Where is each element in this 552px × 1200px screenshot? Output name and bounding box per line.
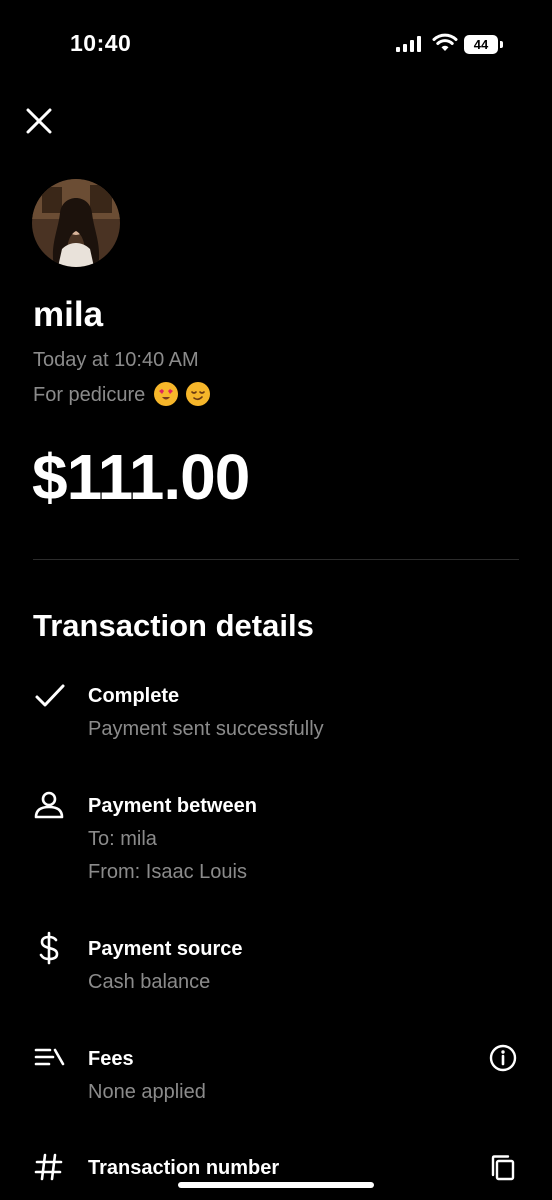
payment-source-value: Cash balance [88,971,211,993]
hashtag-icon [34,1153,63,1181]
payment-amount: $111.00 [32,441,250,513]
battery-indicator: 44 [464,35,504,54]
copy-icon[interactable] [488,1153,518,1183]
fees-list-icon [34,1048,65,1066]
payment-source-title: Payment source [88,938,243,960]
checkmark-icon [35,684,65,707]
info-icon[interactable] [488,1043,518,1073]
status-time: 10:40 [70,30,132,56]
status-subtitle: Payment sent successfully [88,718,324,740]
person-icon [34,791,64,819]
payment-from: From: Isaac Louis [88,861,247,883]
transaction-timestamp: Today at 10:40 AM [33,349,199,371]
payment-to: To: mila [88,828,157,850]
divider [33,559,519,560]
status-title: Complete [88,685,180,707]
close-icon[interactable] [24,106,54,136]
relieved-face-emoji-icon [186,382,211,406]
cellular-signal-icon [396,36,421,52]
wifi-icon [432,33,458,51]
transaction-number-title: Transaction number [88,1157,280,1179]
avatar [32,179,120,267]
home-indicator[interactable] [178,1182,374,1188]
battery-level: 44 [473,37,489,52]
dollar-icon [39,931,59,965]
payment-note: For pedicure [33,382,211,407]
fees-title: Fees [88,1048,134,1070]
payment-note-text: For pedicure [33,384,146,406]
recipient-name: mila [33,295,104,334]
section-title: Transaction details [33,608,314,643]
fees-value: None applied [88,1081,206,1103]
payment-between-title: Payment between [88,795,257,817]
heart-eyes-cat-emoji-icon [153,382,178,406]
